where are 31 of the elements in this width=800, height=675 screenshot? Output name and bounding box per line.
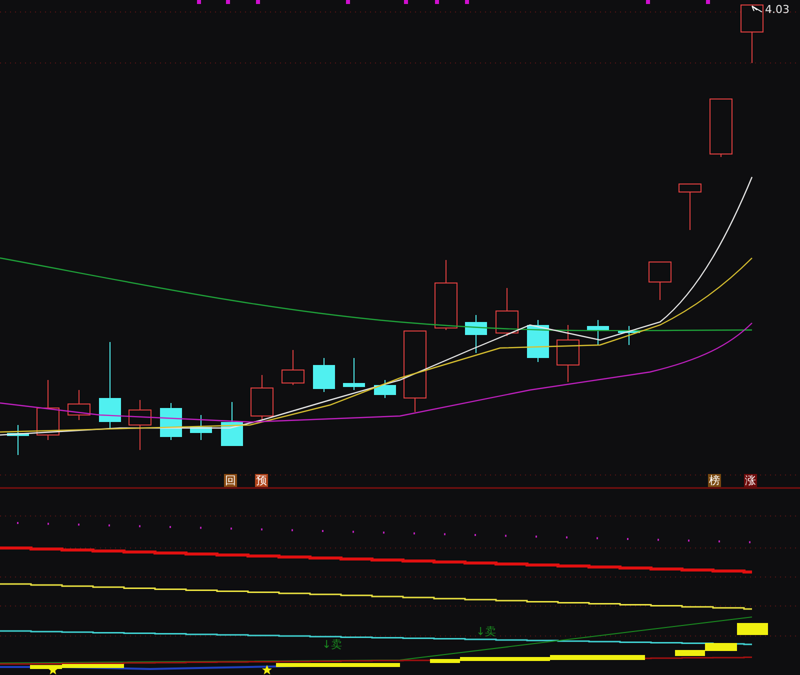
candlestick — [68, 390, 90, 420]
candlestick — [465, 314, 487, 354]
candlestick — [190, 414, 212, 440]
candlestick — [710, 98, 732, 158]
candlestick — [496, 288, 518, 336]
signal-marker: 涨 — [744, 474, 757, 487]
candlestick — [313, 358, 335, 392]
candlestick — [587, 320, 609, 346]
candlestick — [250, 374, 274, 420]
candlestick — [740, 4, 764, 64]
candlestick — [343, 358, 365, 390]
candlestick — [374, 380, 396, 398]
signal-marker: 榜 — [708, 474, 721, 487]
sell-signal: ↓卖 — [322, 638, 342, 651]
candlestick — [282, 350, 304, 386]
sell-signal: ↓卖 — [476, 625, 496, 638]
price-label: 4.03 — [765, 3, 790, 16]
signal-marker: 预 — [255, 474, 268, 487]
arrow-icon — [752, 6, 762, 12]
candlestick — [678, 184, 702, 230]
candlestick — [618, 326, 640, 346]
candlestick — [36, 380, 60, 440]
star-icon — [262, 665, 272, 674]
signal-marker: 回 — [224, 474, 237, 487]
candlestick — [648, 262, 672, 300]
candlestick — [434, 260, 458, 330]
indicator-bar — [737, 623, 768, 635]
candlestick — [7, 424, 29, 456]
candlestick — [128, 400, 152, 450]
candlestick — [556, 324, 580, 382]
candlestick — [221, 402, 243, 446]
